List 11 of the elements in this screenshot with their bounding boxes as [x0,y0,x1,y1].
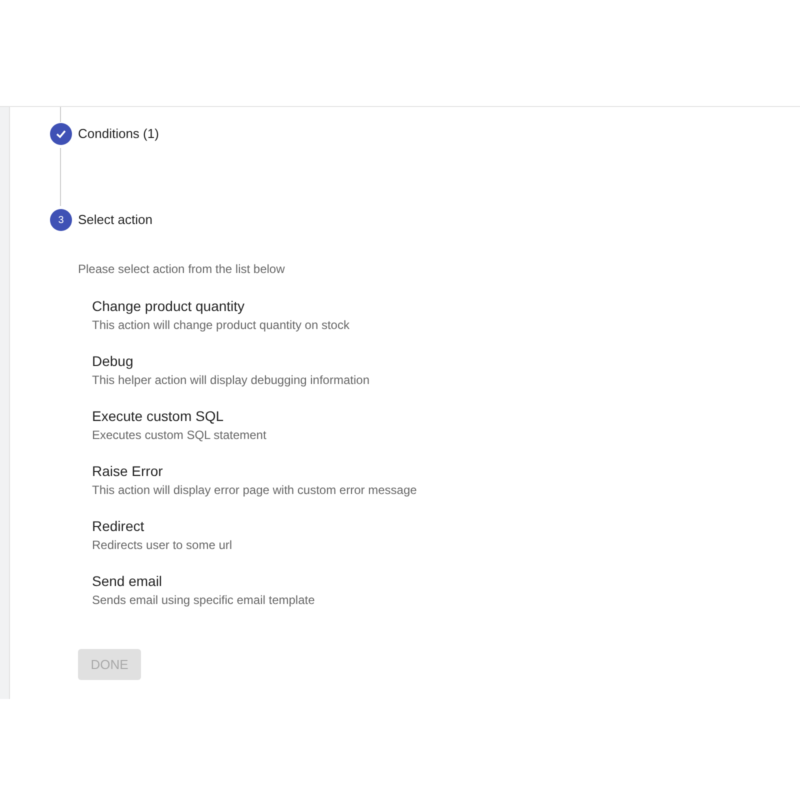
step-label: Select action [78,211,152,230]
step-number: 3 [50,209,72,231]
check-icon [50,123,72,145]
action-item[interactable]: Execute custom SQL Executes custom SQL statement [92,408,800,442]
action-item[interactable]: Change product quantity This action will change product quantity on stock [92,298,800,332]
action-item[interactable]: Redirect Redirects user to some url [92,518,800,552]
instruction-text: Please select action from the list below [78,261,286,278]
action-item[interactable]: Send email Sends email using specific email template [92,573,800,607]
action-item[interactable]: Raise Error This action will display error page with custom error message [92,463,800,497]
step-label: Conditions (1) [78,125,159,144]
action-item[interactable]: Debug This helper action will display debugging information [92,353,800,387]
